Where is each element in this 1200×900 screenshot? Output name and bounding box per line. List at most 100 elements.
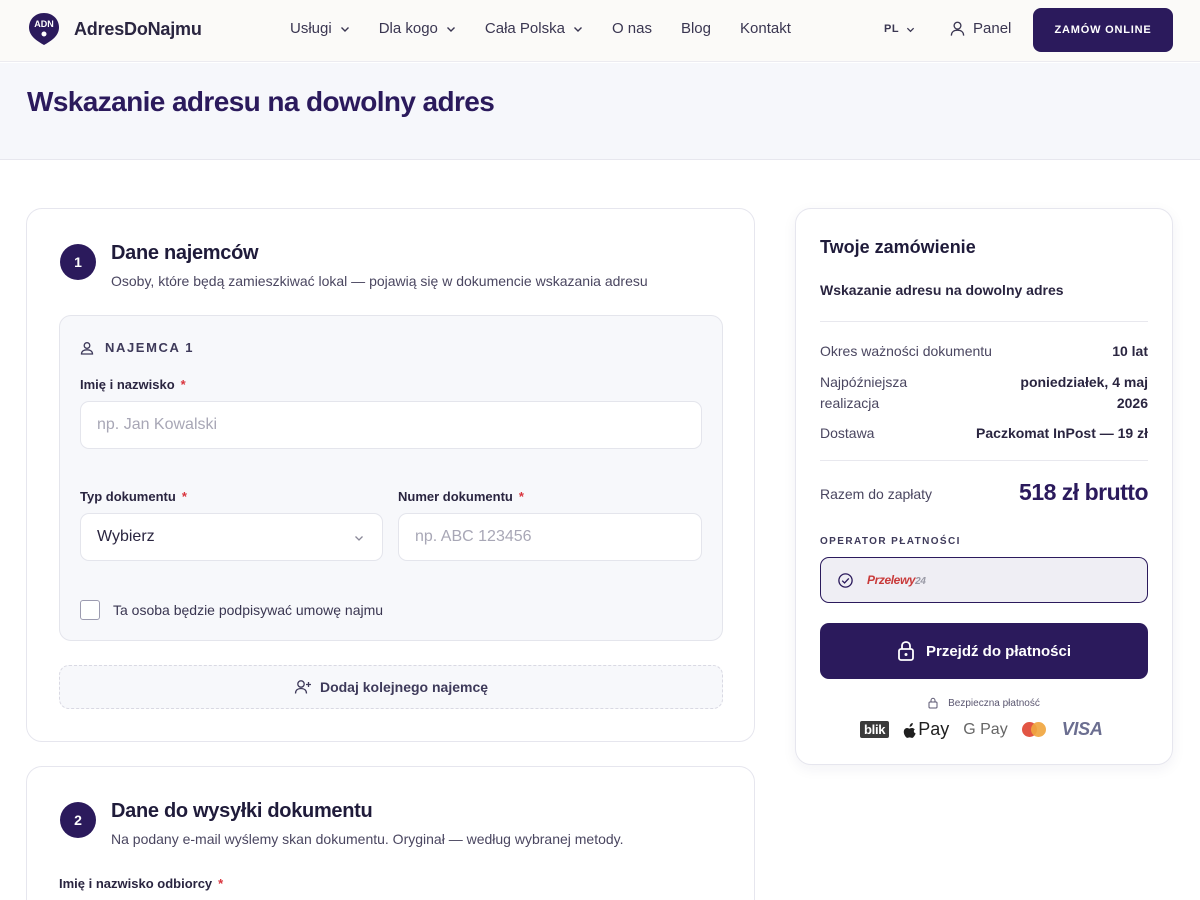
nav-item-cala-polska[interactable]: Cała Polska — [485, 20, 583, 37]
chevron-down-icon — [355, 536, 363, 541]
section-title: Dane najemców — [111, 242, 259, 264]
recipient-label: Imię i nazwisko odbiorcy * — [59, 876, 223, 891]
summary-row-label: Okres ważności dokumentu — [820, 343, 992, 359]
brand-logo[interactable]: ADN AdresDoNajmu — [28, 12, 202, 46]
apple-pay-text: Pay — [918, 719, 950, 739]
nav-item-o-nas[interactable]: O nas — [612, 20, 652, 37]
tenant-form: NAJEMCA 1 Imię i nazwisko * np. Jan Kowal… — [59, 315, 723, 641]
summary-row-value: poniedziałek, 4 maj 2026 — [1020, 374, 1148, 411]
lock-icon — [898, 641, 914, 661]
order-online-button[interactable]: ZAMÓW ONLINE — [1033, 8, 1173, 52]
add-tenant-label: Dodaj kolejnego najemcę — [319, 679, 489, 695]
lock-icon — [928, 697, 938, 709]
total-value: 518 zł brutto — [1019, 479, 1148, 505]
nav-item-label: Usługi — [290, 20, 332, 37]
name-input[interactable]: np. Jan Kowalski — [80, 401, 702, 449]
doc-type-label: Typ dokumentu * — [80, 489, 187, 504]
total-label: Razem do zapłaty — [820, 486, 933, 502]
section-subtitle: Na podany e-mail wyślemy skan dokumentu.… — [111, 831, 624, 847]
operator-suffix: 24 — [915, 576, 926, 587]
add-tenant-button[interactable]: Dodaj kolejnego najemcę — [59, 665, 723, 709]
required-marker: * — [180, 377, 186, 392]
secure-label: Bezpieczna płatność — [948, 697, 1040, 709]
user-icon — [950, 21, 965, 36]
panel-label: Panel — [973, 20, 1012, 37]
doc-type-select[interactable]: Wybierz — [80, 513, 383, 561]
order-summary: Twoje zamówienie Wskazanie adresu na dow… — [795, 208, 1173, 765]
nav-item-label: Dla kogo — [378, 20, 438, 37]
tenants-section: 1 Dane najemców Osoby, które będą zamies… — [26, 208, 755, 742]
mastercard-logo — [1021, 722, 1046, 737]
recipient-label-text: Imię i nazwisko odbiorcy — [59, 876, 213, 891]
name-placeholder: np. Jan Kowalski — [97, 416, 218, 433]
nav-item-kontakt[interactable]: Kontakt — [740, 20, 791, 37]
nav-item-label: Cała Polska — [484, 20, 565, 37]
doc-number-placeholder: np. ABC 123456 — [415, 528, 532, 545]
language-switcher[interactable]: PL — [884, 23, 915, 35]
nav-item-dla-kogo[interactable]: Dla kogo — [379, 20, 456, 37]
name-label: Imię i nazwisko * — [80, 377, 186, 392]
operator-name: Przelewy — [867, 573, 916, 587]
doc-type-label-text: Typ dokumentu — [80, 489, 176, 504]
required-marker: * — [218, 876, 224, 891]
signer-checkbox-label: Ta osoba będzie podpisywać umowę najmu — [113, 602, 384, 618]
language-code: PL — [884, 23, 900, 35]
summary-product: Wskazanie adresu na dowolny adres — [820, 282, 1064, 298]
summary-row-value: 10 lat — [1112, 343, 1148, 359]
section-subtitle: Osoby, które będą zamieszkiwać lokal — p… — [111, 273, 648, 289]
step-number: 2 — [60, 802, 96, 838]
chevron-down-icon — [573, 26, 582, 32]
step-number: 1 — [60, 244, 96, 280]
required-marker: * — [181, 489, 187, 504]
doc-type-value: Wybierz — [97, 528, 155, 545]
google-pay-logo: G Pay — [963, 720, 1008, 738]
visa-logo: VISA — [1061, 719, 1103, 739]
divider — [820, 460, 1148, 461]
person-icon — [80, 341, 94, 355]
doc-number-input[interactable]: np. ABC 123456 — [398, 513, 702, 561]
page-header: Wskazanie adresu na dowolny adres — [0, 63, 1200, 160]
secure-payment-note: Bezpieczna płatność — [796, 697, 1172, 709]
tenant-heading: NAJEMCA 1 — [80, 340, 194, 355]
pay-button-label: Przejdź do płatności — [925, 642, 1072, 660]
divider — [820, 321, 1148, 322]
signer-checkbox[interactable] — [80, 600, 100, 620]
top-navigation: ADN AdresDoNajmu Usługi Dla kogo Cała Po… — [0, 0, 1200, 62]
chevron-down-icon — [446, 26, 455, 32]
summary-row-value: Paczkomat InPost — 19 zł — [976, 425, 1148, 441]
nav-item-blog[interactable]: Blog — [681, 20, 711, 37]
apple-pay-logo: Pay — [903, 719, 949, 740]
chevron-down-icon — [340, 26, 349, 32]
panel-link[interactable]: Panel — [949, 20, 1011, 37]
blik-logo: blik — [860, 721, 890, 738]
summary-row-label: Dostawa — [820, 425, 875, 441]
svg-text:ADN: ADN — [34, 19, 54, 29]
logo-mark-icon: ADN — [29, 13, 59, 45]
signer-checkbox-row[interactable]: Ta osoba będzie podpisywać umowę najmu — [80, 600, 383, 620]
proceed-to-payment-button[interactable]: Przejdź do płatności — [820, 623, 1148, 679]
nav-item-uslugi[interactable]: Usługi — [290, 20, 350, 37]
main-menu: Usługi Dla kogo Cała Polska O nas Blog K… — [290, 20, 820, 37]
page-title: Wskazanie adresu na dowolny adres — [27, 86, 495, 117]
nav-item-label: O nas — [611, 20, 652, 37]
summary-row-label: Najpóźniejsza realizacja — [820, 374, 908, 411]
summary-title: Twoje zamówienie — [820, 237, 976, 257]
brand-name: AdresDoNajmu — [74, 18, 202, 39]
name-label-text: Imię i nazwisko — [80, 377, 175, 392]
nav-item-label: Kontakt — [740, 20, 791, 37]
przelewy24-logo: Przelewy24 — [867, 573, 926, 587]
doc-number-label-text: Numer dokumentu — [398, 489, 513, 504]
required-marker: * — [518, 489, 524, 504]
section-title: Dane do wysyłki dokumentu — [111, 800, 373, 822]
doc-number-label: Numer dokumentu * — [398, 489, 524, 504]
shipping-section: 2 Dane do wysyłki dokumentu Na podany e-… — [26, 766, 755, 900]
apple-icon — [903, 722, 916, 738]
payment-logos: blik Pay G Pay VISA — [860, 719, 1103, 740]
mastercard-circle-right — [1030, 722, 1046, 737]
chevron-down-icon — [906, 27, 915, 32]
payment-operator-option[interactable]: Przelewy24 — [820, 557, 1148, 603]
user-plus-icon — [294, 680, 311, 694]
check-circle-icon — [838, 573, 853, 588]
nav-item-label: Blog — [680, 20, 711, 37]
operator-label: OPERATOR PŁATNOŚCI — [820, 536, 961, 547]
